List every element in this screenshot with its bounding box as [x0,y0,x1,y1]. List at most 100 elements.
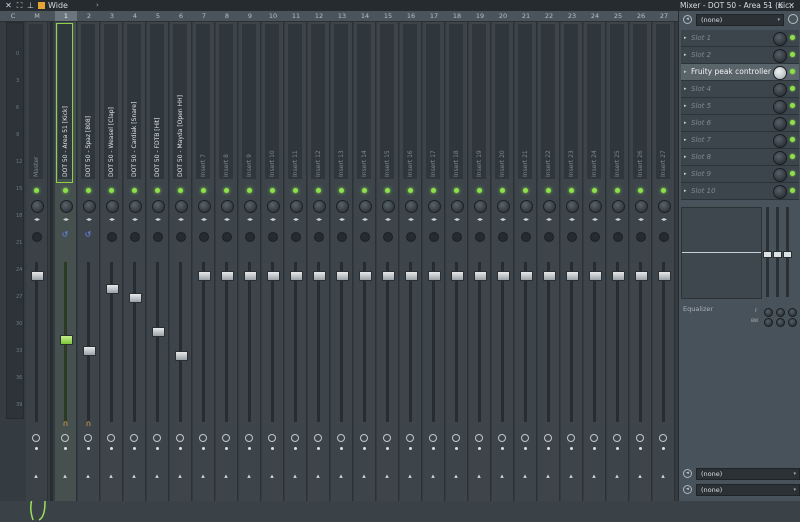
stereo-arrows-icon[interactable]: ◂▸ [406,217,416,223]
slot-name[interactable]: Slot 9 [691,166,711,182]
stereo-sep-knob[interactable] [130,232,140,242]
fx-slot-4[interactable]: ▸ Slot 4 [681,81,799,98]
track-enable-led[interactable] [454,188,459,193]
stereo-sep-knob[interactable] [360,232,370,242]
volume-fader-handle[interactable] [267,270,280,281]
channel-number-17[interactable]: 17 [423,11,445,21]
track-label-area[interactable]: Insert 25 [610,24,624,179]
volume-fader-handle[interactable] [566,270,579,281]
stereo-sep-knob[interactable] [291,232,301,242]
route-indicator[interactable] [432,447,435,450]
channel-number-1[interactable]: 1 [55,11,77,21]
stereo-arrows-icon[interactable]: ◂▸ [613,217,623,223]
track-enable-led[interactable] [569,188,574,193]
track-enable-led[interactable] [500,188,505,193]
equalizer-graph[interactable] [681,207,762,299]
volume-fader-handle[interactable] [175,350,188,361]
pan-knob[interactable] [382,200,395,213]
stereo-sep-knob[interactable] [429,232,439,242]
pan-knob[interactable] [290,200,303,213]
track-label-area[interactable]: Insert 14 [357,24,371,179]
stereo-sep-knob[interactable] [636,232,646,242]
slot-expand-icon[interactable]: ▸ [684,183,687,199]
pan-knob[interactable] [244,200,257,213]
route-indicator[interactable] [501,447,504,450]
track-label-area[interactable]: DOT 50 - Mayda [Open HH] [173,24,187,179]
route-arrow-icon[interactable]: ▴ [221,472,231,480]
stereo-arrows-icon[interactable]: ◂▸ [544,217,554,223]
volume-fader-handle[interactable] [635,270,648,281]
route-arrow-icon[interactable]: ▴ [106,472,116,480]
pan-knob[interactable] [221,200,234,213]
route-arrow-icon[interactable]: ▴ [428,472,438,480]
slot-name[interactable]: Slot 8 [691,149,711,165]
pan-knob[interactable] [658,200,671,213]
slot-name[interactable]: Slot 1 [691,30,711,46]
route-arrow-icon[interactable]: ▴ [198,472,208,480]
send-level-knob[interactable] [268,434,276,442]
fx-slot-6[interactable]: ▸ Slot 6 [681,115,799,132]
track-label-area[interactable]: DOT 50 - Spaz [808] [81,24,95,179]
eq-band-3-slider[interactable] [783,207,792,297]
track-label-area[interactable]: DOT 50 - FDTB [Hit] [150,24,164,179]
route-link-icon[interactable]: ↺ [84,231,92,239]
track-label-area[interactable]: Insert 23 [564,24,578,179]
track-label-area[interactable]: DOT 50 - Cardiak [Snare] [127,24,141,179]
send-level-knob[interactable] [32,434,40,442]
volume-fader-handle[interactable] [543,270,556,281]
route-indicator[interactable] [225,447,228,450]
input-select[interactable]: (none) ▾ [696,14,784,26]
track-label-area[interactable]: Insert 8 [219,24,233,179]
track-enable-led[interactable] [86,188,91,193]
fx-slot-10[interactable]: ▸ Slot 10 [681,183,799,200]
fx-slot-1[interactable]: ▸ Slot 1 [681,30,799,47]
stereo-arrows-icon[interactable]: ◂▸ [130,217,140,223]
stereo-sep-knob[interactable] [337,232,347,242]
stereo-arrows-icon[interactable]: ◂▸ [61,217,71,223]
channel-number-3[interactable]: 3 [101,11,123,21]
slot-expand-icon[interactable]: ▸ [684,64,687,80]
stereo-sep-knob[interactable] [383,232,393,242]
pan-knob[interactable] [589,200,602,213]
track-label-area[interactable]: Insert 11 [288,24,302,179]
slot-enable-led[interactable] [790,120,795,125]
stereo-sep-knob[interactable] [613,232,623,242]
stereo-sep-knob[interactable] [544,232,554,242]
send-level-knob[interactable] [498,434,506,442]
pan-knob[interactable] [152,200,165,213]
channel-number-19[interactable]: 19 [469,11,491,21]
volume-fader-handle[interactable] [336,270,349,281]
mixer-strip-14[interactable]: Insert 14 ◂▸ ▴ [354,22,376,501]
minimize-icon[interactable]: – [765,1,774,10]
send-level-knob[interactable] [567,434,575,442]
route-indicator[interactable] [179,447,182,450]
volume-fader-handle[interactable] [83,346,96,356]
channel-number-23[interactable]: 23 [561,11,583,21]
route-link-icon[interactable]: ↺ [61,231,69,239]
stereo-sep-knob[interactable] [406,232,416,242]
channel-number-15[interactable]: 15 [377,11,399,21]
route-arrow-icon[interactable]: ▴ [290,472,300,480]
channel-number-C[interactable]: C [4,11,22,21]
slot-mix-knob[interactable] [773,83,787,97]
mixer-strip-22[interactable]: Insert 22 ◂▸ ▴ [538,22,560,501]
track-label-area[interactable]: Insert 15 [380,24,394,179]
stereo-arrows-icon[interactable]: ◂▸ [291,217,301,223]
route-arrow-icon[interactable]: ▴ [129,472,139,480]
route-indicator[interactable] [478,447,481,450]
channel-number-10[interactable]: 10 [262,11,284,21]
route-indicator[interactable] [64,447,67,450]
send-level-knob[interactable] [337,434,345,442]
slot-expand-icon[interactable]: ▸ [684,132,687,148]
fx-slot-9[interactable]: ▸ Slot 9 [681,166,799,183]
mixer-strip-10[interactable]: Insert 10 ◂▸ ▴ [262,22,284,501]
mixer-strip-13[interactable]: Insert 13 ◂▸ ▴ [331,22,353,501]
pan-knob[interactable] [474,200,487,213]
folder-icon[interactable] [38,2,45,9]
track-label-area[interactable]: Insert 19 [472,24,486,179]
mixer-strip-23[interactable]: Insert 23 ◂▸ ▴ [561,22,583,501]
pan-knob[interactable] [198,200,211,213]
fx-slot-8[interactable]: ▸ Slot 8 [681,149,799,166]
output-select-1[interactable]: (none) ▾ [696,468,800,480]
input-icon[interactable]: ◂ [683,15,692,24]
